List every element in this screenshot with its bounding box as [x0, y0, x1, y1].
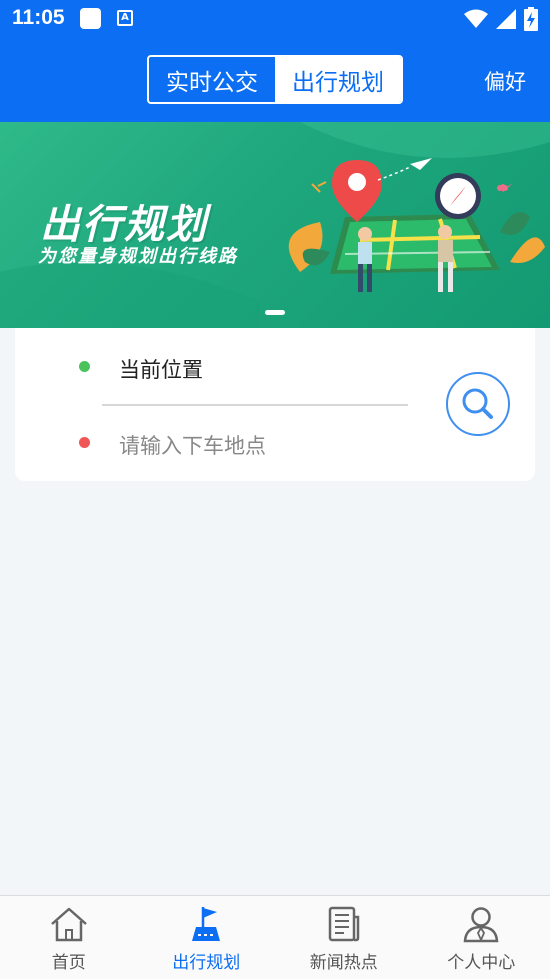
status-time: 11:05	[12, 6, 65, 29]
battery-charging-icon	[524, 7, 538, 31]
news-icon	[328, 906, 359, 942]
nav-profile[interactable]: 个人中心	[413, 896, 550, 979]
search-button[interactable]	[446, 372, 510, 436]
nav-trip-planning[interactable]: 出行规划	[138, 896, 276, 979]
home-icon	[50, 907, 87, 942]
banner-page-indicator	[265, 310, 285, 315]
tab-realtime-bus[interactable]: 实时公交	[149, 57, 275, 102]
app-header: 实时公交 出行规划 偏好	[0, 38, 550, 122]
user-icon	[463, 907, 499, 943]
destination-row[interactable]: 请输入下车地点	[15, 423, 435, 463]
status-bar: 11:05 A	[0, 0, 550, 38]
promo-banner[interactable]: 出行规划 为您量身规划出行线路	[0, 122, 550, 328]
square-icon	[80, 8, 101, 29]
origin-dot-icon	[79, 361, 90, 372]
banner-subtitle: 为您量身规划出行线路	[38, 246, 238, 267]
nav-home[interactable]: 首页	[0, 896, 138, 979]
origin-row[interactable]: 当前位置	[15, 347, 435, 387]
signal-icon	[496, 9, 516, 29]
preferences-button[interactable]: 偏好	[484, 66, 526, 96]
route-divider	[102, 404, 408, 406]
a-badge-icon: A	[117, 10, 133, 26]
nav-trip-planning-label: 出行规划	[172, 953, 241, 973]
destination-input[interactable]: 请输入下车地点	[119, 430, 266, 460]
route-flag-icon	[192, 907, 221, 941]
mode-segmented-control: 实时公交 出行规划	[147, 55, 403, 104]
search-icon	[462, 388, 493, 419]
nav-news[interactable]: 新闻热点	[275, 896, 413, 979]
route-input-card: 当前位置 请输入下车地点	[15, 328, 535, 481]
wifi-icon	[464, 9, 488, 28]
bottom-nav: 首页 出行规划 新闻热点 个人中心	[0, 895, 550, 979]
tab-trip-planning[interactable]: 出行规划	[275, 57, 401, 102]
nav-home-label: 首页	[51, 953, 86, 973]
origin-field[interactable]: 当前位置	[119, 354, 203, 384]
nav-news-label: 新闻热点	[309, 953, 378, 973]
nav-profile-label: 个人中心	[447, 953, 516, 973]
destination-dot-icon	[79, 437, 90, 448]
